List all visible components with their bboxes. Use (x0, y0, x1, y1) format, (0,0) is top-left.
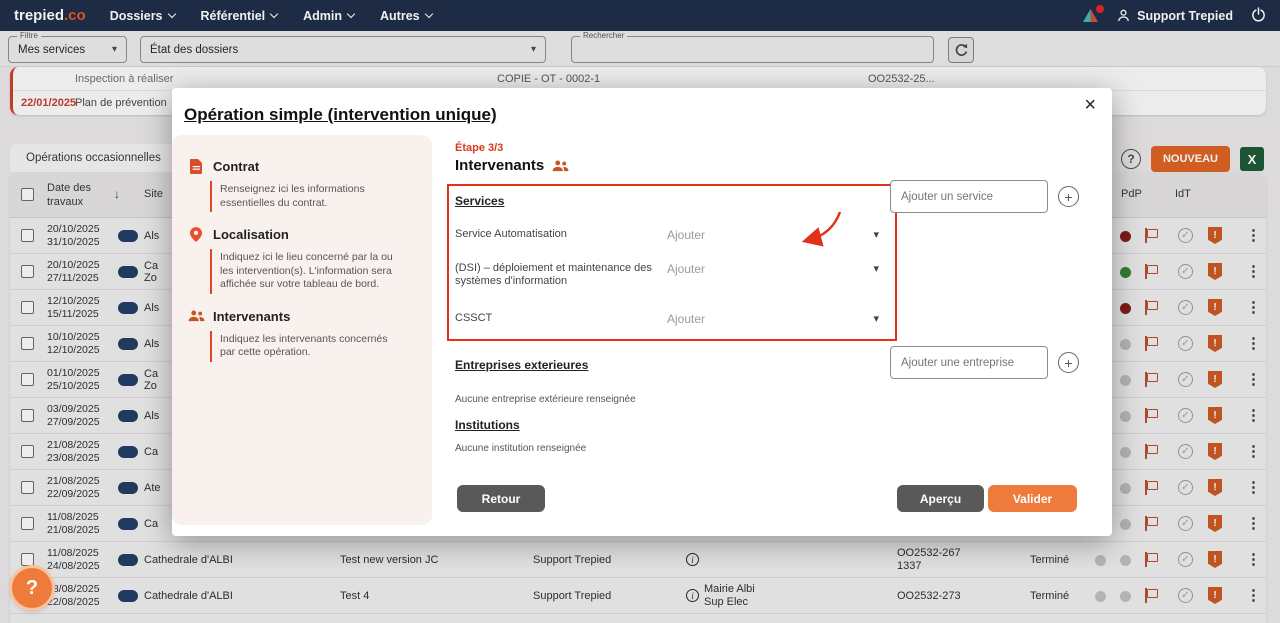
caret-down-icon (873, 312, 885, 325)
services-title: Services (455, 194, 885, 208)
map-pin-icon (187, 227, 205, 242)
step-localisation[interactable]: Localisation Indiquez ici le lieu concer… (210, 227, 414, 294)
modal-operation-simple: Opération simple (intervention unique) C… (172, 88, 1112, 536)
service-select-dsi[interactable]: (DSI) – déploiement et maintenance des s… (455, 262, 885, 288)
add-entreprise-input[interactable] (891, 347, 1047, 378)
step-intervenants[interactable]: Intervenants Indiquez les intervenants c… (210, 309, 414, 362)
add-service-plus-icon[interactable] (1058, 186, 1079, 207)
services-highlight-box: Services Service Automatisation Ajouter … (447, 184, 897, 341)
entreprises-title: Entreprises exterieures (455, 358, 588, 372)
caret-down-icon (873, 262, 885, 275)
add-service-field (890, 180, 1048, 213)
floating-help-button[interactable] (12, 568, 52, 608)
step-contrat[interactable]: Contrat Renseignez ici les informations … (210, 159, 414, 212)
steps-panel: Contrat Renseignez ici les informations … (172, 135, 432, 525)
add-entreprise-field (890, 346, 1048, 379)
service-select-cssct[interactable]: CSSCT Ajouter (455, 312, 885, 326)
apercu-button[interactable]: Aperçu (897, 485, 984, 512)
modal-title: Opération simple (intervention unique) (184, 105, 497, 125)
people-icon (187, 310, 205, 322)
section-heading: Intervenants (455, 157, 569, 174)
add-service-input[interactable] (891, 181, 1047, 212)
institutions-empty-text: Aucune institution renseignée (455, 443, 586, 454)
contract-icon (187, 159, 205, 174)
valider-button[interactable]: Valider (988, 485, 1077, 512)
retour-button[interactable]: Retour (457, 485, 545, 512)
add-entreprise-plus-icon[interactable] (1058, 352, 1079, 373)
entreprises-empty-text: Aucune entreprise extérieure renseignée (455, 394, 636, 405)
step-indicator: Étape 3/3 (455, 142, 503, 154)
close-icon[interactable] (1084, 94, 1096, 117)
caret-down-icon (873, 228, 885, 241)
annotation-arrow (795, 208, 843, 248)
institutions-title: Institutions (455, 418, 520, 432)
people-icon (552, 160, 569, 172)
